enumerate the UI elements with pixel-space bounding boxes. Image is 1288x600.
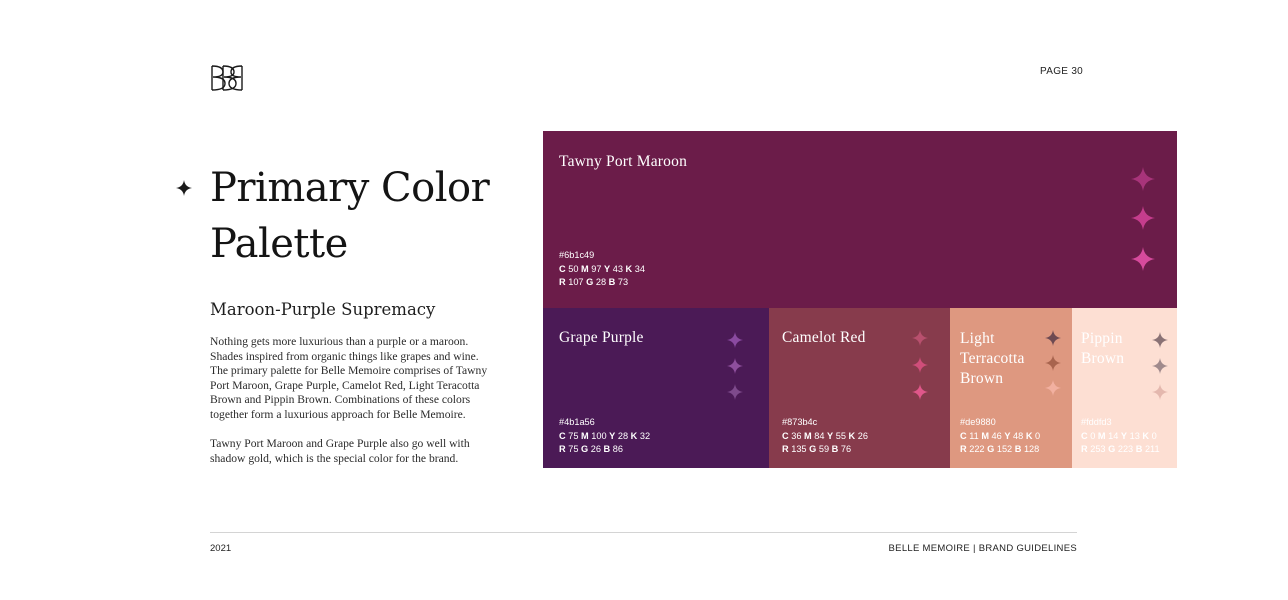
swatch-name: Grape Purple [559,329,644,346]
description-paragraph-1: Nothing gets more luxurious than a purpl… [210,335,488,421]
sparkle-icon [912,330,928,346]
swatch-cmyk: C 50 M 97 Y 43 K 34 [559,263,645,274]
swatch-hex: #de9880 [960,417,996,427]
swatch-rgb: R 222 G 152 B 128 [960,444,1040,455]
swatch-codes: #6b1c49 C 50 M 97 Y 43 K 34 R 107 G 28 B… [559,249,645,290]
description-paragraph-2: Tawny Port Maroon and Grape Purple also … [210,437,470,465]
sparkle-icon [1152,332,1168,348]
sparkle-icon [1045,330,1061,346]
swatch-tawny-port-maroon: Tawny Port Maroon #6b1c49 C 50 M 97 Y 43… [543,131,1177,308]
swatch-cmyk: C 0 M 14 Y 13 K 0 [1081,430,1157,441]
section-subtitle: Maroon-Purple Supremacy [210,300,436,319]
swatch-hex: #fddfd3 [1081,417,1112,427]
swatch-grape-purple: Grape Purple #4b1a56 C 75 M 100 Y 28 K 3… [543,308,769,468]
sparkle-icon [1152,384,1168,400]
description: Nothing gets more luxurious than a purpl… [210,335,494,481]
footer-brand-name: BELLE MEMOIRE [888,543,971,554]
swatch-rgb: R 75 G 26 B 86 [559,444,623,455]
swatch-rgb: R 135 G 59 B 76 [782,444,852,455]
swatch-rgb: R 107 G 28 B 73 [559,277,629,288]
page-title: Primary Color Palette [210,160,520,272]
sparkle-icon [727,384,743,400]
swatch-codes: #fddfd3 C 0 M 14 Y 13 K 0 R 253 G 223 B … [1081,416,1160,457]
swatch-cmyk: C 36 M 84 Y 55 K 26 [782,430,868,441]
sparkle-icon [1152,358,1168,374]
swatch-name: Light Terracotta Brown [960,330,1025,387]
swatch-name: Pippin Brown [1081,330,1125,367]
footer-separator: | [973,543,976,554]
swatch-name: Tawny Port Maroon [559,153,688,170]
page-number: PAGE 30 [1040,66,1084,77]
brand-monogram-logo [209,64,245,92]
sparkle-icon [912,384,928,400]
sparkle-icon [176,180,192,196]
swatch-name: Camelot Red [782,329,866,346]
sparkle-icon [727,358,743,374]
swatch-hex: #4b1a56 [559,417,595,427]
swatch-camelot-red: Camelot Red #873b4c C 36 M 84 Y 55 K 26 … [769,308,950,468]
swatch-codes: #4b1a56 C 75 M 100 Y 28 K 32 R 75 G 26 B… [559,416,650,457]
title-line-2: Palette [210,221,348,267]
sparkle-icons [912,330,928,402]
sparkle-icons [1152,332,1168,402]
swatch-hex: #873b4c [782,417,818,427]
swatch-codes: #873b4c C 36 M 84 Y 55 K 26 R 135 G 59 B… [782,416,868,457]
title-line-1: Primary Color [210,165,490,211]
sparkle-icon [1045,380,1061,396]
swatch-light-terracotta-brown: Light Terracotta Brown #de9880 C 11 M 46… [950,308,1072,468]
sparkle-icon [912,357,928,373]
footer-section: BRAND GUIDELINES [978,543,1077,554]
sparkle-icon [1131,247,1155,271]
footer-divider [210,532,1077,533]
sparkle-icon [727,332,743,348]
sparkle-icon [1131,206,1155,230]
swatch-hex: #6b1c49 [559,250,595,260]
footer-year: 2021 [210,543,232,554]
swatch-cmyk: C 11 M 46 Y 48 K 0 [960,430,1041,441]
swatch-codes: #de9880 C 11 M 46 Y 48 K 0 R 222 G 152 B… [960,416,1040,457]
swatch-pippin-brown: Pippin Brown #fddfd3 C 0 M 14 Y 13 K 0 R… [1072,308,1177,468]
swatch-cmyk: C 75 M 100 Y 28 K 32 [559,430,651,441]
footer-brand: BELLE MEMOIRE | BRAND GUIDELINES [889,543,1077,554]
sparkle-icons [1045,330,1061,402]
swatch-rgb: R 253 G 223 B 211 [1081,444,1160,455]
sparkle-icon [1131,167,1155,191]
sparkle-icons [1130,166,1156,276]
sparkle-icon [1045,355,1061,371]
sparkle-icons [727,332,743,402]
